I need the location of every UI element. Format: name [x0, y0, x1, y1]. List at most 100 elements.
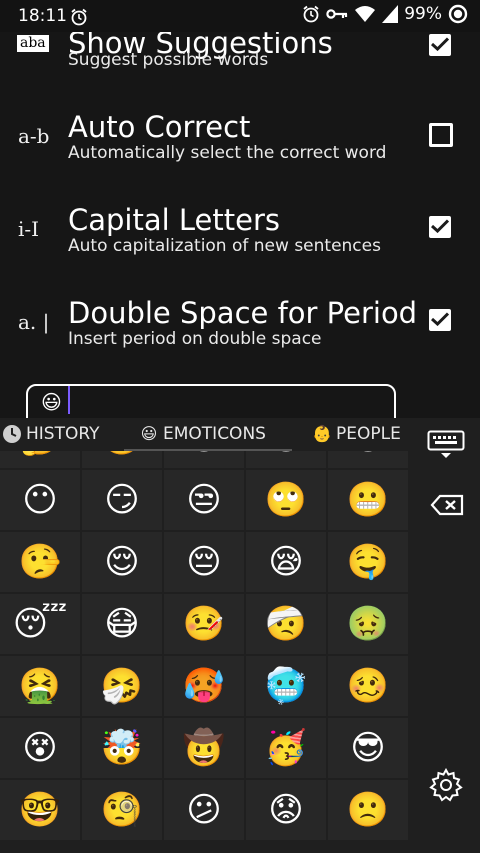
tab-people[interactable]: 👶 PEOPLE: [312, 424, 401, 444]
tab-label: HISTORY: [26, 424, 100, 444]
emoji-key[interactable]: 😔: [164, 532, 244, 592]
tab-indicator: [124, 449, 292, 451]
status-bar: 18:11 99%: [0, 0, 480, 32]
emoji-glyph: 🥵: [182, 666, 226, 706]
status-time: 18:11: [18, 6, 67, 26]
emoji-glyph: 😟: [268, 790, 304, 830]
double-space-icon: a. |: [18, 310, 50, 334]
emoji-glyph: 🙄: [264, 480, 308, 520]
emoji-glyph: 😪: [268, 542, 304, 582]
clock-icon: [3, 425, 21, 443]
emoji-key[interactable]: 😒: [164, 470, 244, 530]
emoji-key[interactable]: 🤠: [164, 718, 244, 778]
setting-title: Double Space for Period: [68, 296, 418, 330]
emoji-key[interactable]: 🤕: [246, 594, 326, 654]
emoji-key[interactable]: 😪: [246, 532, 326, 592]
emoji-glyph: 🤠: [182, 728, 226, 768]
emoji-glyph: 😔: [186, 542, 222, 582]
emoji-key[interactable]: 🥵: [164, 656, 244, 716]
tab-label: EMOTICONS: [163, 424, 266, 444]
setting-auto-correct[interactable]: a-b Auto Correct Automatically select th…: [0, 108, 480, 168]
keyboard-side-panel: [410, 418, 480, 853]
setting-subtitle: Suggest possible words: [68, 50, 269, 70]
emoji-glyph: 🤒: [182, 604, 226, 644]
emoji-glyph: 🤮: [18, 666, 62, 706]
emoji-key[interactable]: 😟: [246, 780, 326, 840]
alarm-icon: [70, 8, 88, 30]
capital-letters-icon: i-I: [18, 217, 40, 241]
tab-history[interactable]: HISTORY: [2, 424, 99, 444]
emoji-key[interactable]: 😴: [0, 594, 80, 654]
auto-correct-checkbox[interactable]: [429, 123, 453, 147]
emoji-key[interactable]: 😎: [328, 718, 408, 778]
emoji-key[interactable]: 🥴: [328, 656, 408, 716]
smiley-icon: 😃: [140, 424, 158, 443]
emoji-key[interactable]: 😏: [82, 470, 162, 530]
emoji-glyph: 🤯: [100, 728, 144, 768]
suggestions-icon: aba: [17, 35, 49, 52]
emoji-key[interactable]: 🙄: [246, 470, 326, 530]
setting-double-space-period[interactable]: a. | Double Space for Period Insert peri…: [0, 294, 480, 354]
emoji-glyph: 🤤: [346, 542, 390, 582]
text-cursor: [68, 386, 70, 414]
setting-title: Capital Letters: [68, 203, 281, 237]
backspace-icon[interactable]: [430, 494, 464, 520]
emoji-key[interactable]: 🥶: [246, 656, 326, 716]
setting-capital-letters[interactable]: i-I Capital Letters Auto capitalization …: [0, 201, 480, 261]
emoji-glyph: 😴: [12, 604, 68, 644]
emoji-glyph: 🤧: [100, 666, 144, 706]
emoji-glyph: 🥴: [346, 666, 390, 706]
tab-label: PEOPLE: [336, 424, 401, 444]
setting-subtitle: Auto capitalization of new sentences: [68, 236, 381, 256]
emoji-key[interactable]: 🥳: [246, 718, 326, 778]
emoji-glyph: 😏: [104, 480, 140, 520]
emoji-glyph: 😵: [22, 728, 58, 768]
emoji-glyph: 🧐: [100, 790, 144, 830]
emoji-glyph: 😎: [350, 728, 386, 768]
category-tabs: HISTORY 😃 EMOTICONS 👶 PEOPLE: [0, 418, 410, 451]
keyboard-switch-icon[interactable]: [427, 430, 465, 464]
emoji-key[interactable]: 🤥: [0, 532, 80, 592]
vpn-key-icon: [326, 7, 348, 21]
emoji-glyph: 😷: [104, 604, 140, 644]
emoji-glyph: 😕: [186, 790, 222, 830]
tab-emoticons[interactable]: 😃 EMOTICONS: [139, 424, 266, 444]
show-suggestions-checkbox[interactable]: [429, 34, 451, 56]
test-input-field[interactable]: 😃: [26, 384, 396, 418]
emoji-keyboard: 🤔🤐😐😑😑😶😏😒🙄😬🤥😌😔😪🤤😴😷🤒🤕🤢🤮🤧🥵🥶🥴😵🤯🤠🥳😎🤓🧐😕😟🙁 HIST…: [0, 418, 480, 853]
emoji-key[interactable]: 🤤: [328, 532, 408, 592]
setting-subtitle: Insert period on double space: [68, 329, 322, 349]
baby-icon: 👶: [312, 424, 332, 443]
emoji-key[interactable]: 😕: [164, 780, 244, 840]
emoji-key[interactable]: 😶: [0, 470, 80, 530]
emoji-glyph: 🙁: [346, 790, 390, 830]
settings-screen: Show Suggestions Suggest possible words …: [0, 0, 480, 418]
emoji-key[interactable]: 🙁: [328, 780, 408, 840]
setting-title: Auto Correct: [68, 110, 251, 144]
emoji-glyph: 😶: [22, 480, 58, 520]
signal-icon: [382, 5, 399, 23]
battery-icon: [448, 4, 468, 24]
emoji-key[interactable]: 🤢: [328, 594, 408, 654]
emoji-key[interactable]: 😌: [82, 532, 162, 592]
emoji-key[interactable]: 🤒: [164, 594, 244, 654]
emoji-key[interactable]: 😬: [328, 470, 408, 530]
emoji-key[interactable]: 😷: [82, 594, 162, 654]
emoji-key[interactable]: 🤧: [82, 656, 162, 716]
settings-gear-icon[interactable]: [429, 767, 463, 806]
emoji-key[interactable]: 🤮: [0, 656, 80, 716]
emoji-key[interactable]: 🤯: [82, 718, 162, 778]
wifi-icon: [354, 5, 376, 23]
emoji-key[interactable]: 🧐: [82, 780, 162, 840]
emoji-glyph: 🥶: [264, 666, 308, 706]
emoji-glyph: 🤥: [18, 542, 62, 582]
double-space-checkbox[interactable]: [429, 309, 451, 331]
capital-letters-checkbox[interactable]: [429, 216, 451, 238]
emoji-glyph: 😬: [346, 480, 390, 520]
emoji-key[interactable]: 😵: [0, 718, 80, 778]
emoji-key[interactable]: 🤓: [0, 780, 80, 840]
setting-subtitle: Automatically select the correct word: [68, 143, 387, 163]
emoji-glyph: 😒: [186, 480, 222, 520]
emoji-glyph: 🤕: [264, 604, 308, 644]
input-value: 😃: [41, 390, 62, 414]
